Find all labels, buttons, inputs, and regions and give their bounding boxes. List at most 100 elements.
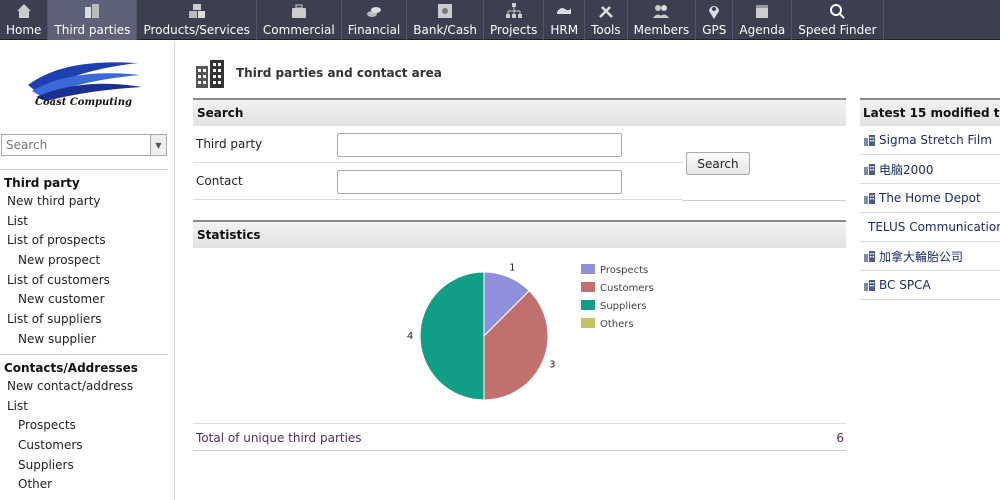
sidebar-item-suppliers[interactable]: Suppliers bbox=[0, 456, 168, 476]
menu-separator bbox=[0, 169, 168, 170]
sidebar-item-new-prospect[interactable]: New prospect bbox=[0, 251, 168, 271]
logo-text: Coast Computing bbox=[35, 97, 132, 108]
total-value: 6 bbox=[836, 431, 844, 445]
nav-item-label: Products/Services bbox=[143, 23, 250, 37]
menu-title-contacts[interactable]: Contacts/Addresses bbox=[0, 359, 168, 377]
latest-third-party-label: 电脑2000 bbox=[879, 162, 934, 177]
company-icon bbox=[864, 192, 875, 204]
nav-item-commercial[interactable]: Commercial bbox=[257, 0, 342, 40]
search-section-title: Search bbox=[197, 106, 244, 120]
latest-third-party-label: BC SPCA bbox=[879, 278, 931, 292]
nav-item-label: Agenda bbox=[739, 23, 786, 37]
nav-item-home[interactable]: Home bbox=[0, 0, 49, 40]
search-section-header: Search bbox=[193, 98, 846, 126]
nav-item-bank-cash[interactable]: Bank/Cash bbox=[407, 0, 485, 40]
latest-third-party-link[interactable]: TELUS Communication bbox=[860, 213, 1000, 242]
pie-slice-suppliers bbox=[419, 271, 485, 401]
latest-third-party-link[interactable]: BC SPCA bbox=[860, 271, 1000, 300]
nav-item-label: Home bbox=[6, 23, 42, 37]
sidebar-item-new-supplier[interactable]: New supplier bbox=[0, 330, 168, 350]
sidebar-item-list-of-suppliers[interactable]: List of suppliers bbox=[0, 310, 168, 330]
nav-item-members[interactable]: Members bbox=[628, 0, 697, 40]
nav-item-label: Commercial bbox=[262, 23, 335, 37]
latest-third-party-label: 加拿大輪胎公司 bbox=[879, 249, 964, 264]
nav-item-label: Projects bbox=[490, 23, 538, 37]
third-party-form-row: Third party bbox=[193, 127, 683, 163]
menu-separator bbox=[0, 354, 168, 355]
sidebar-item-new-third-party[interactable]: New third party bbox=[0, 192, 168, 212]
company-icon bbox=[864, 250, 875, 262]
nav-item-label: HRM bbox=[550, 23, 579, 37]
home-icon bbox=[15, 2, 33, 20]
boxes-icon bbox=[188, 2, 206, 20]
sidebar-item-list-of-prospects[interactable]: List of prospects bbox=[0, 231, 168, 251]
search-dropdown-toggle[interactable]: ▼ bbox=[150, 135, 166, 155]
latest-modified-list: Sigma Stretch Film 电脑2000 The Home Depot TE… bbox=[860, 126, 1000, 300]
latest-third-party-link[interactable]: Sigma Stretch Film bbox=[860, 126, 1000, 155]
sidebar-item-new-customer[interactable]: New customer bbox=[0, 290, 168, 310]
safe-icon bbox=[436, 2, 454, 20]
legend-label-customers: Customers bbox=[600, 283, 654, 294]
sidebar-search-box[interactable]: ▼ bbox=[1, 134, 167, 156]
sidebar-search-input[interactable] bbox=[2, 135, 150, 155]
nav-item-products-services[interactable]: Products/Services bbox=[137, 0, 257, 40]
total-label: Total of unique third parties bbox=[196, 431, 362, 445]
pie-value-label: 3 bbox=[549, 359, 555, 370]
contact-label: Contact bbox=[196, 174, 243, 188]
nav-item-tools[interactable]: Tools bbox=[585, 0, 628, 40]
sidebar-item-new-contact-address[interactable]: New contact/address bbox=[0, 377, 168, 397]
nav-item-hrm[interactable]: HRM bbox=[544, 0, 586, 40]
search-button[interactable]: Search bbox=[686, 152, 750, 175]
latest-third-party-label: The Home Depot bbox=[879, 191, 981, 205]
nav-item-financial[interactable]: Financial bbox=[342, 0, 408, 40]
legend-label-others: Others bbox=[600, 319, 634, 330]
statistics-section-title: Statistics bbox=[197, 228, 261, 242]
triangle-down-icon: ▼ bbox=[155, 140, 162, 150]
nav-item-agenda[interactable]: Agenda bbox=[733, 0, 793, 40]
nav-item-gps[interactable]: GPS bbox=[696, 0, 734, 40]
nav-item-third-parties[interactable]: Third parties bbox=[48, 0, 138, 40]
latest-third-party-label: TELUS Communication bbox=[868, 220, 1000, 234]
statistics-section-header: Statistics bbox=[193, 220, 846, 248]
latest-third-party-link[interactable]: 电脑2000 bbox=[860, 155, 1000, 184]
pie-value-label: 1 bbox=[509, 263, 515, 274]
latest-third-party-link[interactable]: The Home Depot bbox=[860, 184, 1000, 213]
page-header: Third parties and contact area bbox=[194, 58, 442, 88]
nav-item-speed-finder[interactable]: Speed Finder bbox=[792, 0, 884, 40]
sidebar-item-other[interactable]: Other bbox=[0, 475, 168, 495]
company-icon bbox=[864, 134, 875, 146]
nav-item-projects[interactable]: Projects bbox=[484, 0, 545, 40]
sidebar-item-prospects[interactable]: Prospects bbox=[0, 416, 168, 436]
sidebar-item-list[interactable]: List bbox=[0, 397, 168, 417]
contact-input[interactable] bbox=[337, 170, 622, 194]
latest-modified-panel: Latest 15 modified third Sigma Stretch F… bbox=[860, 98, 1000, 304]
legend-label-suppliers: Suppliers bbox=[600, 301, 646, 312]
statistics-pie-chart: 1 3 4 Prospects Customers Suppliers Others bbox=[407, 263, 654, 401]
nav-item-label: GPS bbox=[702, 23, 727, 37]
legend-swatch-prospects bbox=[581, 264, 595, 274]
briefcase-icon bbox=[290, 2, 308, 20]
hierarchy-icon bbox=[505, 2, 523, 20]
form-divider bbox=[683, 200, 846, 201]
nav-item-label: Tools bbox=[591, 23, 621, 37]
page-title: Third parties and contact area bbox=[236, 66, 442, 80]
left-sidebar: Coast Computing ▼ Third partyNew third p… bbox=[0, 41, 175, 500]
menu-title-third_party[interactable]: Third party bbox=[0, 174, 168, 192]
third-party-label: Third party bbox=[196, 137, 263, 151]
sidebar-item-list-of-customers[interactable]: List of customers bbox=[0, 271, 168, 291]
legend-swatch-suppliers bbox=[581, 300, 595, 310]
latest-modified-title: Latest 15 modified third bbox=[860, 98, 1000, 126]
legend-label-prospects: Prospects bbox=[600, 265, 648, 276]
total-row: Total of unique third parties 6 bbox=[193, 423, 846, 451]
sidebar-item-customers[interactable]: Customers bbox=[0, 436, 168, 456]
pin-icon bbox=[705, 2, 723, 20]
latest-third-party-link[interactable]: 加拿大輪胎公司 bbox=[860, 242, 1000, 271]
sidebar-item-list[interactable]: List bbox=[0, 212, 168, 232]
nav-item-label: Third parties bbox=[54, 23, 131, 37]
third-party-input[interactable] bbox=[337, 133, 622, 157]
company-icon bbox=[864, 279, 875, 291]
pie-value-label: 4 bbox=[407, 331, 413, 342]
nav-item-label: Speed Finder bbox=[798, 23, 877, 37]
building-icon bbox=[83, 2, 101, 20]
top-navigation-bar: Home Third parties Products/Services Commer… bbox=[0, 0, 1000, 40]
